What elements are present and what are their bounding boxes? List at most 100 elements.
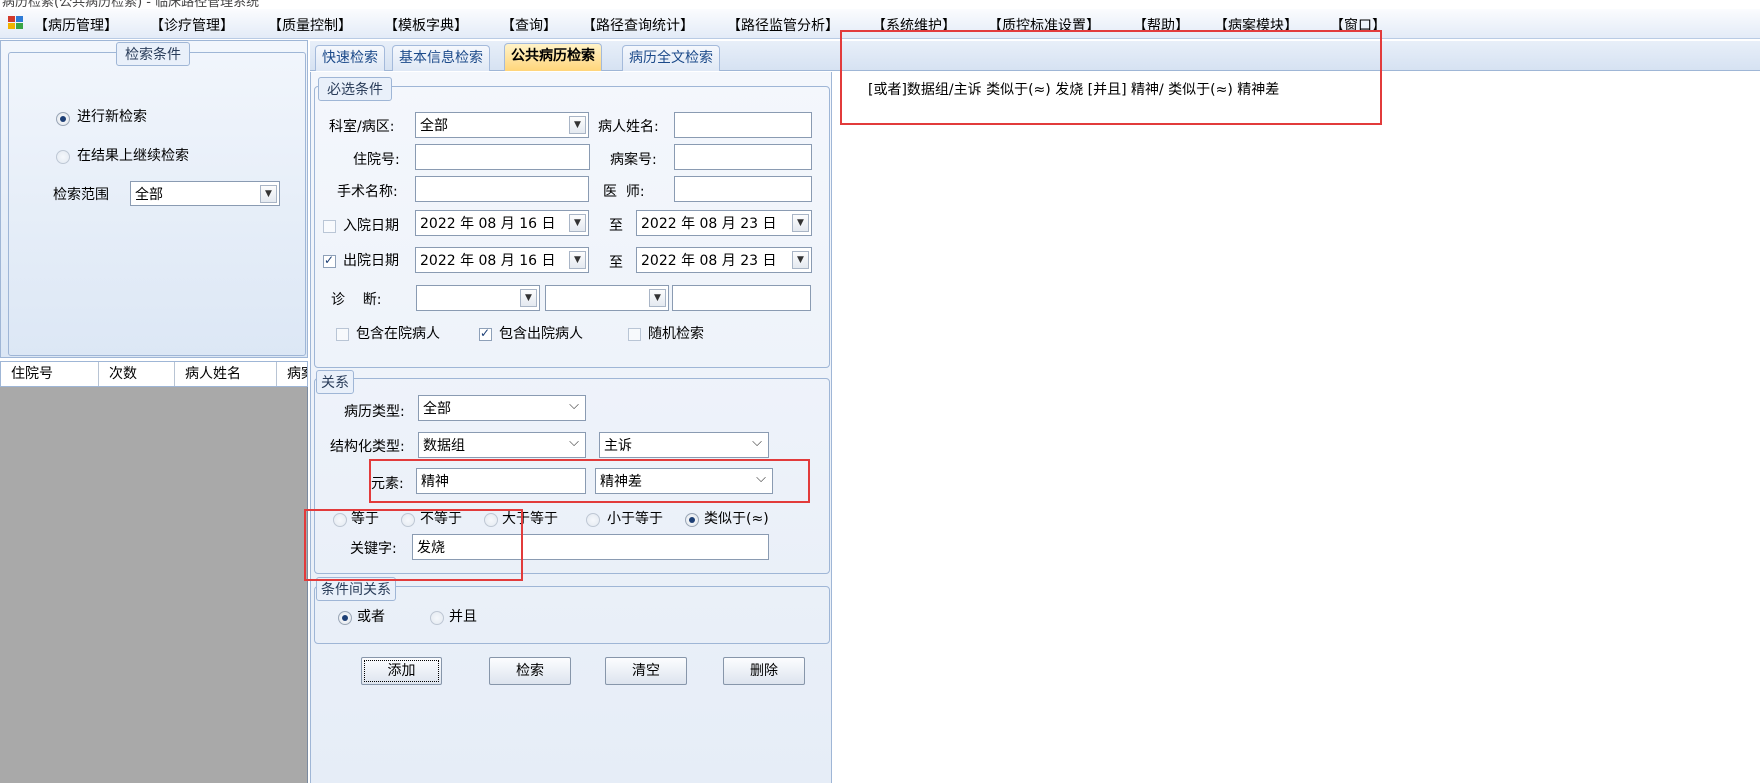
scope-value: 全部 (135, 187, 163, 203)
tab-quick-search[interactable]: 快速检索 (315, 45, 385, 71)
admit-date-to[interactable]: 2022 年 08 月 23 日 ▼ (636, 210, 812, 236)
relation-and-radio[interactable] (430, 611, 444, 625)
doctor-label: 医 师: (603, 184, 645, 200)
new-search-label: 进行新检索 (77, 109, 147, 125)
include-discharged-checkbox[interactable] (479, 326, 492, 341)
discharge-date-label: 出院日期 (343, 253, 399, 269)
relation-or-radio[interactable] (338, 611, 352, 625)
dept-value: 全部 (420, 118, 448, 134)
random-search-checkbox[interactable] (628, 328, 641, 341)
dept-select[interactable]: 全部 ▼ (415, 112, 589, 138)
relation-or-label: 或者 (357, 609, 385, 625)
search-condition-title: 检索条件 (116, 42, 190, 66)
column-patient-name[interactable]: 病人姓名 (175, 362, 277, 386)
dropdown-arrow-icon[interactable]: ▼ (569, 116, 586, 134)
surgery-label: 手术名称: (337, 184, 398, 200)
window-title-strip: 病历检索(公共病历检索) - 临床路径管理系统 (0, 0, 1760, 9)
admit-date-label: 入院日期 (343, 218, 399, 234)
tab-public-record-search[interactable]: 公共病历检索 (504, 43, 602, 71)
discharge-date-checkbox[interactable] (323, 253, 336, 268)
record-no-label: 病案号: (610, 152, 657, 168)
menu-item-quality-control[interactable]: 【质量控制】 (268, 15, 352, 35)
calendar-dropdown-icon[interactable]: ▼ (792, 251, 809, 269)
relation-title: 关系 (316, 370, 354, 394)
highlight-box-keyword (304, 509, 523, 581)
admit-date-to-value: 2022 年 08 月 23 日 (641, 216, 777, 232)
include-discharged-label: 包含出院病人 (499, 326, 583, 342)
calendar-dropdown-icon[interactable]: ▼ (569, 251, 586, 269)
add-button[interactable]: 添加 (361, 657, 442, 685)
menu-item-path-supervision[interactable]: 【路径监管分析】 (727, 15, 839, 35)
op-lte-label: 小于等于 (607, 511, 663, 527)
scope-label: 检索范围 (53, 187, 109, 203)
delete-button[interactable]: 删除 (723, 657, 805, 685)
record-type-select[interactable]: 全部 ⌵ (418, 395, 586, 421)
op-like-radio[interactable] (685, 513, 699, 527)
struct-type-select-1[interactable]: 数据组 ⌵ (418, 432, 586, 458)
record-type-label: 病历类型: (344, 404, 405, 420)
record-no-input[interactable] (674, 144, 812, 170)
dropdown-arrow-icon[interactable]: ▼ (649, 289, 666, 307)
menu-item-treatment-mgmt[interactable]: 【诊疗管理】 (150, 15, 234, 35)
window-title: 病历检索(公共病历检索) - 临床路径管理系统 (2, 0, 260, 9)
diagnosis-select-1[interactable]: ▼ (416, 285, 540, 311)
struct-type-label: 结构化类型: (330, 439, 405, 455)
tab-basic-info-search[interactable]: 基本信息检索 (392, 45, 490, 71)
continue-search-radio[interactable] (56, 150, 70, 164)
dropdown-arrow-icon[interactable]: ▼ (260, 185, 277, 203)
random-search-label: 随机检索 (648, 326, 704, 342)
discharge-date-from[interactable]: 2022 年 08 月 16 日 ▼ (415, 247, 589, 273)
diagnosis-label: 诊 断: (331, 292, 382, 308)
struct-type-select-2[interactable]: 主诉 ⌵ (599, 432, 769, 458)
result-list-header: 住院号 次数 病人姓名 病案 (0, 361, 308, 387)
clear-button[interactable]: 清空 (605, 657, 687, 685)
admit-date-from-value: 2022 年 08 月 16 日 (420, 216, 556, 232)
op-lte-radio[interactable] (586, 513, 600, 527)
include-inpatient-checkbox[interactable] (336, 328, 349, 341)
scope-select[interactable]: 全部 ▼ (130, 181, 280, 206)
menu-item-query[interactable]: 【查询】 (501, 15, 557, 35)
diagnosis-select-2[interactable]: ▼ (545, 285, 669, 311)
struct-type-value-1: 数据组 (423, 438, 465, 454)
continue-search-label: 在结果上继续检索 (77, 148, 189, 164)
new-search-radio[interactable] (56, 112, 70, 126)
discharge-date-to[interactable]: 2022 年 08 月 23 日 ▼ (636, 247, 812, 273)
dropdown-arrow-icon[interactable]: ▼ (520, 289, 537, 307)
admit-date-from[interactable]: 2022 年 08 月 16 日 ▼ (415, 210, 589, 236)
patient-name-label: 病人姓名: (598, 119, 659, 135)
relation-and-label: 并且 (449, 609, 477, 625)
discharge-to-label: 至 (609, 255, 623, 271)
inpatient-no-input[interactable] (415, 144, 590, 170)
record-type-value: 全部 (423, 401, 451, 417)
surgery-input[interactable] (415, 176, 589, 202)
admit-to-label: 至 (609, 218, 623, 234)
doctor-input[interactable] (674, 176, 812, 202)
calendar-dropdown-icon[interactable]: ▼ (569, 214, 586, 232)
app-icon (8, 16, 23, 29)
menu-item-record-mgmt[interactable]: 【病历管理】 (34, 15, 118, 35)
chevron-down-icon[interactable]: ⌵ (752, 435, 762, 450)
column-inpatient-no[interactable]: 住院号 (1, 362, 99, 386)
diagnosis-input-3[interactable] (672, 285, 811, 311)
column-times[interactable]: 次数 (99, 362, 175, 386)
highlight-box-result (840, 30, 1382, 125)
chevron-down-icon[interactable]: ⌵ (569, 398, 579, 413)
menu-item-template-dict[interactable]: 【模板字典】 (384, 15, 468, 35)
discharge-date-to-value: 2022 年 08 月 23 日 (641, 253, 777, 269)
patient-name-input[interactable] (674, 112, 812, 138)
highlight-box-element (369, 459, 810, 503)
menu-item-path-query-stats[interactable]: 【路径查询统计】 (582, 15, 694, 35)
result-expression-panel: [或者]数据组/主诉 类似于(≈) 发烧 [并且] 精神/ 类似于(≈) 精神差 (833, 72, 1760, 783)
search-button[interactable]: 检索 (489, 657, 571, 685)
chevron-down-icon[interactable]: ⌵ (569, 435, 579, 450)
column-record[interactable]: 病案 (277, 362, 307, 386)
discharge-date-from-value: 2022 年 08 月 16 日 (420, 253, 556, 269)
calendar-dropdown-icon[interactable]: ▼ (792, 214, 809, 232)
tab-fulltext-search[interactable]: 病历全文检索 (622, 45, 720, 71)
admit-date-checkbox[interactable] (323, 220, 336, 233)
struct-type-value-2: 主诉 (604, 438, 632, 454)
result-list-body[interactable] (0, 387, 308, 783)
include-inpatient-label: 包含在院病人 (356, 326, 440, 342)
inpatient-no-label: 住院号: (353, 152, 400, 168)
required-conditions-title: 必选条件 (318, 77, 392, 101)
